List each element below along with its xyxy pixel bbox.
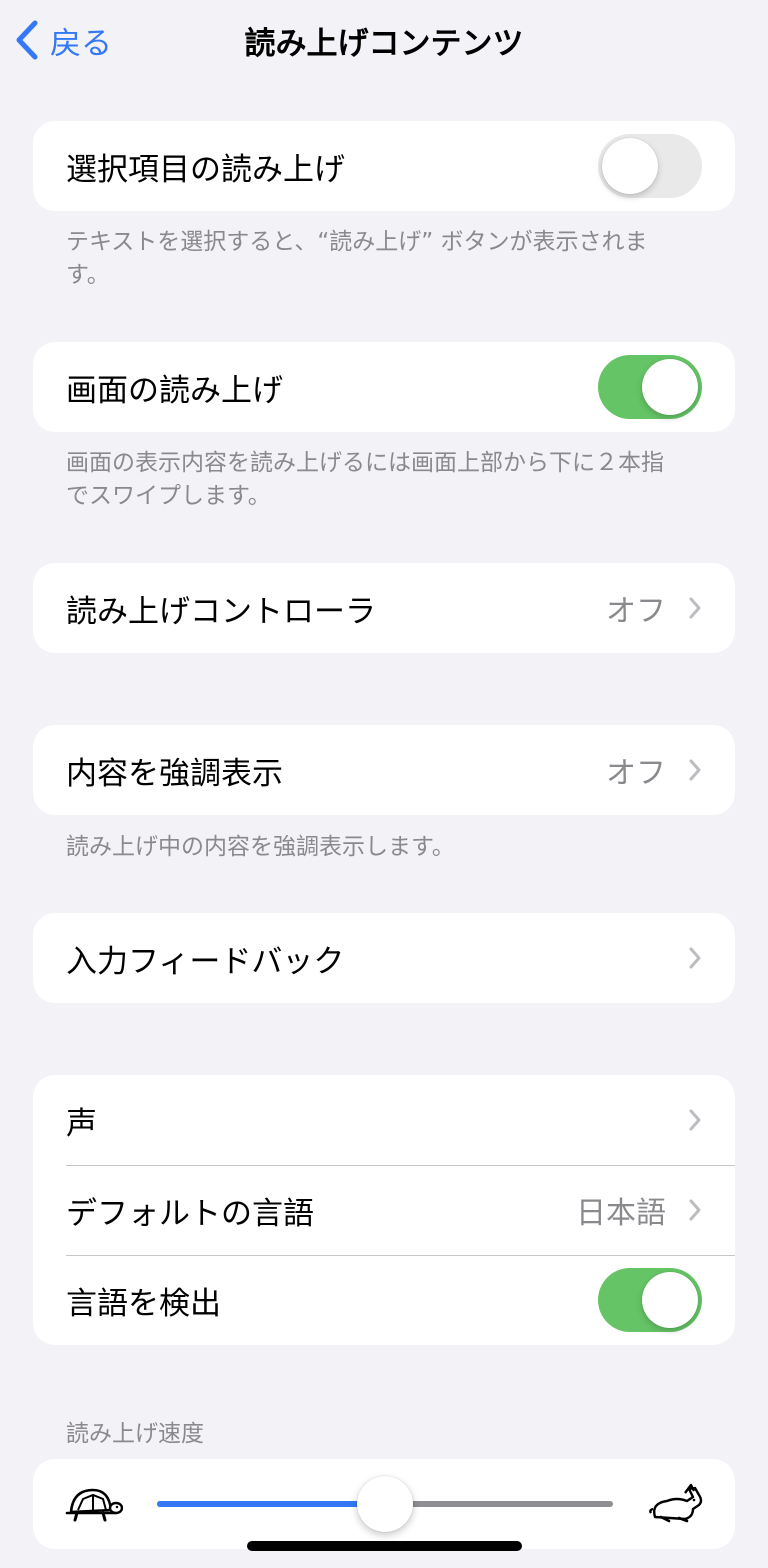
row-separator <box>66 1165 735 1166</box>
speak-screen-label: 画面の読み上げ <box>66 372 283 409</box>
toggle-knob <box>642 1272 698 1328</box>
rabbit-icon <box>649 1483 703 1523</box>
highlight-content-label: 内容を強調表示 <box>66 755 283 792</box>
speech-controller-row[interactable]: 読み上げコントローラ オフ <box>33 563 735 653</box>
default-language-label: デフォルトの言語 <box>66 1195 314 1232</box>
chevron-right-icon <box>689 1199 701 1221</box>
default-language-row[interactable]: デフォルトの言語 日本語 <box>33 1165 735 1255</box>
row-separator <box>66 1255 735 1256</box>
chevron-right-icon <box>689 1109 701 1131</box>
chevron-right-icon <box>689 947 701 969</box>
voice-language-group: 声 デフォルトの言語 日本語 言語を検出 <box>33 1075 735 1345</box>
speech-controller-group: 読み上げコントローラ オフ <box>33 563 735 653</box>
speak-selection-toggle[interactable] <box>598 134 702 198</box>
slider-thumb[interactable] <box>357 1476 413 1532</box>
speak-screen-footer: 画面の表示内容を読み上げるには画面上部から下に２本指でスワイプします。 <box>66 450 664 509</box>
voices-label: 声 <box>66 1105 97 1142</box>
navigation-bar: 戻る 読み上げコンテンツ <box>0 0 768 82</box>
detect-language-label: 言語を検出 <box>66 1285 221 1322</box>
turtle-icon <box>65 1488 123 1522</box>
speaking-rate-row <box>33 1459 735 1549</box>
speak-selection-row: 選択項目の読み上げ <box>33 121 735 211</box>
home-indicator[interactable] <box>247 1541 522 1551</box>
speak-screen-toggle[interactable] <box>598 355 702 419</box>
toggle-knob <box>642 359 698 415</box>
speak-selection-footer: テキストを選択すると、“読み上げ” ボタンが表示されます。 <box>66 229 648 288</box>
highlight-content-group: 内容を強調表示 オフ <box>33 725 735 815</box>
speak-screen-row: 画面の読み上げ <box>33 342 735 432</box>
highlight-content-footer: 読み上げ中の内容を強調表示します。 <box>66 834 455 860</box>
speaking-rate-slider[interactable] <box>157 1476 613 1532</box>
voices-row[interactable]: 声 <box>33 1075 735 1165</box>
typing-feedback-label: 入力フィードバック <box>66 943 345 980</box>
detect-language-toggle[interactable] <box>598 1268 702 1332</box>
detect-language-row: 言語を検出 <box>33 1255 735 1345</box>
toggle-knob <box>602 138 658 194</box>
highlight-content-value: オフ <box>606 756 666 791</box>
chevron-right-icon <box>689 597 701 619</box>
highlight-content-row[interactable]: 内容を強調表示 オフ <box>33 725 735 815</box>
slider-fill <box>157 1501 385 1507</box>
chevron-right-icon <box>689 759 701 781</box>
page-title: 読み上げコンテンツ <box>244 26 524 62</box>
speaking-rate-group <box>33 1459 735 1549</box>
speaking-rate-header: 読み上げ速度 <box>66 1421 204 1447</box>
speak-screen-group: 画面の読み上げ <box>33 342 735 432</box>
typing-feedback-row[interactable]: 入力フィードバック <box>33 913 735 1003</box>
speak-selection-label: 選択項目の読み上げ <box>66 151 345 188</box>
speech-controller-label: 読み上げコントローラ <box>66 593 376 630</box>
typing-feedback-group: 入力フィードバック <box>33 913 735 1003</box>
default-language-value: 日本語 <box>576 1196 666 1231</box>
speech-controller-value: オフ <box>606 594 666 629</box>
speak-selection-group: 選択項目の読み上げ <box>33 121 735 211</box>
